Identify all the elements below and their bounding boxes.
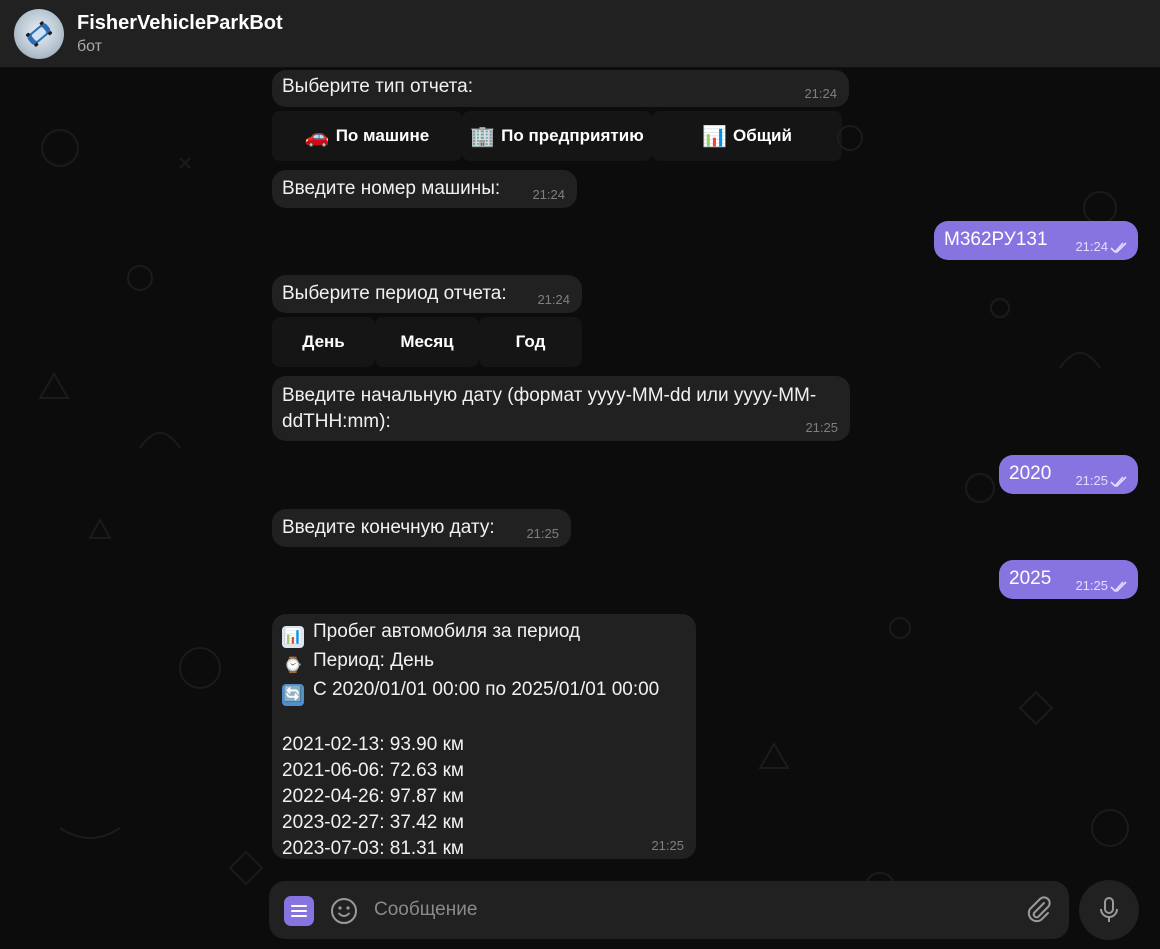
button-label: По машине [335, 126, 430, 145]
message-text: Выберите период отчета: [282, 283, 507, 304]
message-composer [269, 881, 1069, 939]
double-check-icon [1110, 476, 1127, 488]
message-time: 21:25 [1075, 578, 1108, 593]
message-text: 2025 [1009, 568, 1052, 589]
car-icon: 🚗 [304, 125, 330, 148]
bot-message: Введите номер машины: 21:24 [272, 170, 577, 208]
bot-message: Выберите тип отчета: 21:24 [272, 70, 849, 107]
chat-title: FisherVehicleParkBot [77, 11, 283, 34]
day-button[interactable]: День [272, 317, 375, 367]
year-button[interactable]: Год [479, 317, 582, 367]
message-time: 21:24 [1075, 239, 1108, 254]
refresh-icon: 🔄 [282, 684, 304, 706]
bot-message: Введите конечную дату: 21:25 [272, 509, 571, 547]
button-label: День [302, 332, 345, 351]
telegram-chat-window: FisherVehicleParkBot бот Выберите тип от… [0, 0, 1160, 949]
message-text-line: Введите начальную дату (формат yyyy-MM-d… [282, 385, 817, 406]
message-text-line: ddTHH:mm): [282, 411, 391, 432]
bot-menu-button[interactable] [284, 896, 314, 926]
user-message: М362РУ131 21:24 [934, 221, 1138, 260]
message-text: Введите конечную дату: [282, 517, 495, 538]
double-check-icon [1110, 242, 1127, 254]
mileage-entry: 2021-06-06: 72.63 км [282, 760, 464, 781]
bar-chart-icon: 📊 [282, 626, 304, 648]
bot-message: Введите начальную дату (формат yyyy-MM-d… [272, 376, 850, 441]
report-message: 📊 Пробег автомобиля за период ⌚ Период: Де… [272, 614, 696, 859]
period-keyboard: День Месяц Год [272, 317, 582, 367]
report-body: 📊 Пробег автомобиля за период ⌚ Период: Де… [282, 619, 659, 862]
message-time: 21:25 [651, 838, 684, 853]
message-text: 2020 [1009, 463, 1052, 484]
message-text: Выберите тип отчета: [282, 76, 473, 97]
message-time: 21:24 [804, 86, 837, 101]
message-list[interactable]: Выберите тип отчета: 21:24 🚗 По машине 🏢… [0, 68, 1160, 949]
by-car-button[interactable]: 🚗 По машине [272, 111, 462, 161]
message-text: М362РУ131 [944, 229, 1048, 250]
button-label: Месяц [400, 332, 454, 351]
menu-icon [291, 905, 307, 917]
paperclip-icon[interactable] [1025, 895, 1053, 925]
month-button[interactable]: Месяц [375, 317, 479, 367]
message-time: 21:25 [1075, 473, 1108, 488]
report-range: С 2020/01/01 00:00 по 2025/01/01 00:00 [313, 679, 660, 700]
message-time: 21:24 [537, 292, 570, 307]
report-type-keyboard: 🚗 По машине 🏢 По предприятию 📊 Общий [272, 111, 842, 161]
chat-header-info: FisherVehicleParkBot бот [77, 11, 283, 57]
button-label: Общий [732, 126, 792, 145]
general-button[interactable]: 📊 Общий [652, 111, 842, 161]
report-title-line: 📊 Пробег автомобиля за период [282, 619, 659, 648]
report-title: Пробег автомобиля за период [313, 621, 581, 642]
button-label: Год [515, 332, 546, 351]
stopwatch-icon: ⌚ [283, 657, 303, 674]
voice-record-button[interactable] [1079, 880, 1139, 940]
report-period-line: ⌚ Период: День [282, 648, 659, 677]
message-time: 21:25 [805, 420, 838, 435]
message-time: 21:25 [526, 526, 559, 541]
bot-message: Выберите период отчета: 21:24 [272, 275, 582, 313]
microphone-icon [1100, 897, 1118, 922]
car-avatar-icon [25, 20, 53, 47]
by-enterprise-button[interactable]: 🏢 По предприятию [462, 111, 652, 161]
mileage-entry: 2023-02-27: 37.42 км [282, 812, 464, 833]
message-text: Введите номер машины: [282, 178, 501, 199]
message-time: 21:24 [532, 187, 565, 202]
message-input[interactable] [374, 895, 1004, 925]
user-message: 2025 21:25 [999, 560, 1138, 599]
button-label: По предприятию [501, 126, 644, 145]
chat-header[interactable]: FisherVehicleParkBot бот [0, 0, 1160, 68]
bot-avatar[interactable] [14, 8, 64, 59]
report-period: Период: День [313, 650, 435, 671]
mileage-entry: 2022-04-26: 97.87 км [282, 786, 464, 807]
chat-subtitle: бот [77, 37, 103, 55]
user-message: 2020 21:25 [999, 455, 1138, 494]
office-building-icon: 🏢 [470, 125, 496, 148]
mileage-entry: 2021-02-13: 93.90 км [282, 734, 464, 755]
report-range-line: 🔄 С 2020/01/01 00:00 по 2025/01/01 00:00 [282, 677, 659, 706]
smile-icon[interactable] [329, 896, 359, 926]
double-check-icon [1110, 581, 1127, 593]
mileage-entry: 2023-07-03: 81.31 км [282, 838, 464, 859]
bar-chart-icon: 📊 [702, 125, 727, 148]
